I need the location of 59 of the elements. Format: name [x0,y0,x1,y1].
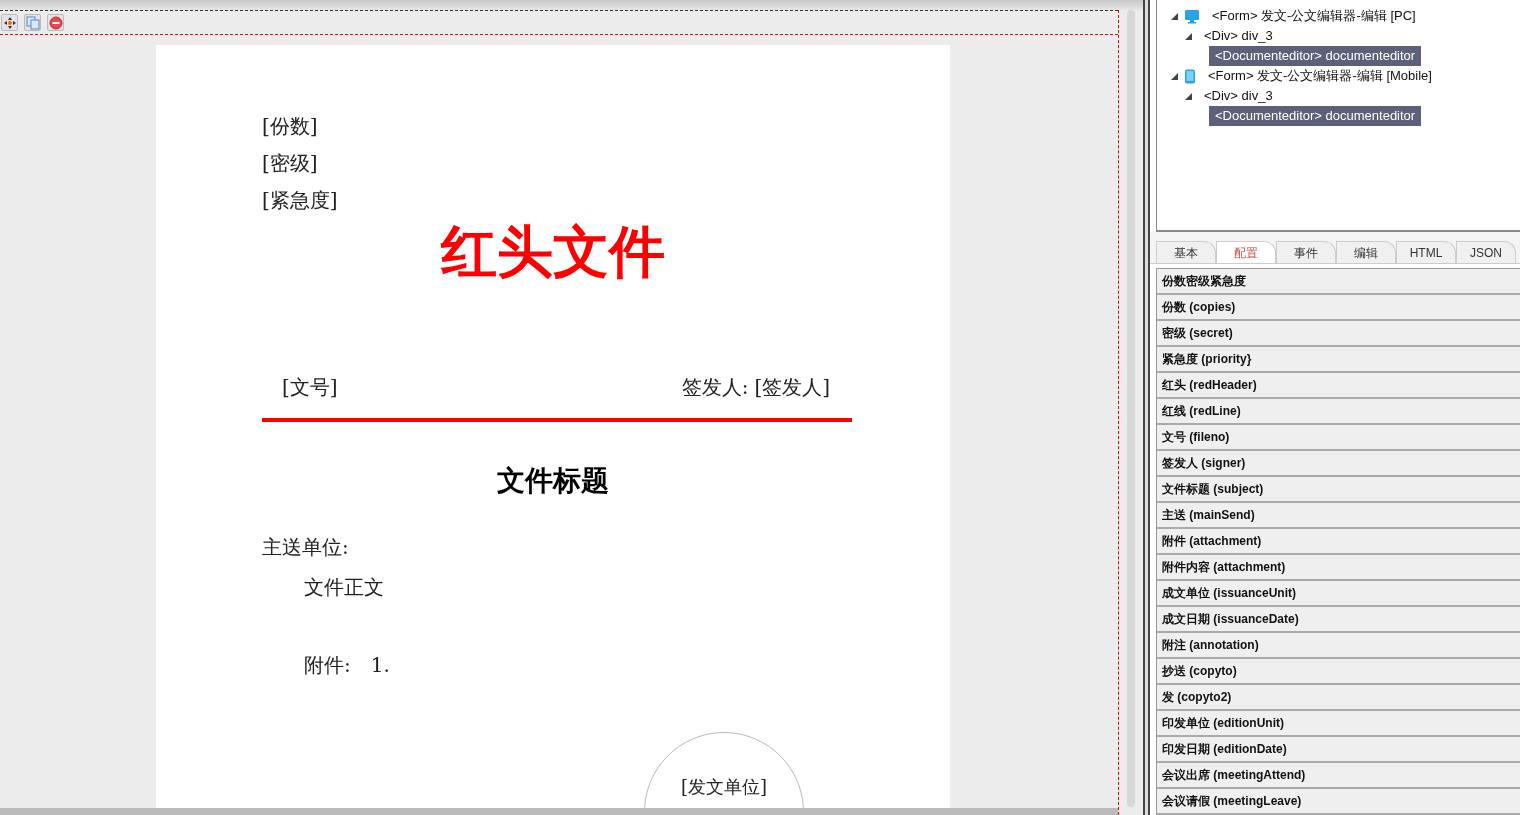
property-row[interactable]: 文件标题 (subject) [1157,477,1520,503]
property-row[interactable]: 印发日期 (editionDate) [1157,737,1520,763]
main-recipient-label: 主送单位: [262,534,349,561]
property-row[interactable]: 红线 (redLine) [1157,399,1520,425]
signer-text: [签发人] [754,374,830,401]
copies-text: [份数] [262,113,319,140]
panel-tab[interactable]: 基本 [1156,241,1216,263]
tree-item[interactable]: <Documenteditor> documenteditor [1209,106,1422,126]
seal-text: [发文单位] [680,775,767,799]
attachment-label: 附件: [304,652,351,679]
document-header-title: 红头文件 [441,217,665,286]
tree-item[interactable]: <Div> div_3 [1198,86,1279,106]
property-row[interactable]: 成文日期 (issuanceDate) [1157,607,1520,633]
tree-item[interactable]: <Div> div_3 [1198,26,1279,46]
property-row[interactable]: 发 (copyto2) [1157,685,1520,711]
tree-item[interactable]: <Documenteditor> documenteditor [1209,46,1422,66]
property-row[interactable]: 紧急度 (priority} [1157,347,1520,373]
phone-icon [1184,68,1196,84]
property-row[interactable]: 抄送 (copyto) [1157,659,1520,685]
toolbar-button[interactable] [47,14,64,31]
panel-tab[interactable]: HTML [1396,241,1456,263]
toolbar-button[interactable] [1,14,18,31]
property-row[interactable]: 附注 (annotation) [1157,633,1520,659]
property-row[interactable]: 份数密级紧急度 [1157,269,1520,295]
expanded-triangle-icon[interactable] [1185,92,1192,100]
panel-tab[interactable]: 配置 [1216,241,1276,263]
panel-tab[interactable]: 事件 [1276,241,1336,263]
property-row[interactable]: 主送 (mainSend) [1157,503,1520,529]
expanded-triangle-icon[interactable] [1171,12,1178,20]
document-subject: 文件标题 [497,463,609,499]
property-row[interactable]: 附件内容 (attachment) [1157,555,1520,581]
property-row[interactable]: 附件 (attachment) [1157,529,1520,555]
attachment-item: 1. [370,652,390,679]
priority-text: [紧急度] [262,187,339,214]
property-row[interactable]: 密级 (secret) [1157,321,1520,347]
monitor-icon [1184,8,1200,24]
copy-icon [25,15,40,30]
expanded-triangle-icon[interactable] [1185,32,1192,40]
secret-level-text: [密级] [262,150,319,177]
property-row[interactable]: 成文单位 (issuanceUnit) [1157,581,1520,607]
panel-tab[interactable]: 编辑 [1336,241,1396,263]
signer-label: 签发人: [681,374,749,401]
move-arrows-icon [2,15,17,30]
property-row[interactable]: 印发单位 (editionUnit) [1157,711,1520,737]
document-body: 文件正文 [304,574,384,601]
delete-icon [48,15,63,30]
property-row[interactable]: 会议请假 (meetingLeave) [1157,789,1520,815]
property-row[interactable]: 签发人 (signer) [1157,451,1520,477]
expanded-triangle-icon[interactable] [1171,72,1178,80]
tree-item[interactable]: <Form> 发文-公文编辑器-编辑 [PC] [1206,6,1422,26]
panel-splitter[interactable] [1143,0,1150,815]
property-row[interactable]: 会议出席 (meetingAttend) [1157,763,1520,789]
file-number-text: [文号] [282,374,338,401]
property-row[interactable]: 文号 (fileno) [1157,425,1520,451]
panel-tab[interactable]: JSON [1456,241,1516,263]
property-row[interactable]: 红头 (redHeader) [1157,373,1520,399]
horizontal-scrollbar[interactable] [0,808,1118,815]
property-row[interactable]: 份数 (copies) [1157,295,1520,321]
tree-item[interactable]: <Form> 发文-公文编辑器-编辑 [Mobile] [1202,66,1438,86]
